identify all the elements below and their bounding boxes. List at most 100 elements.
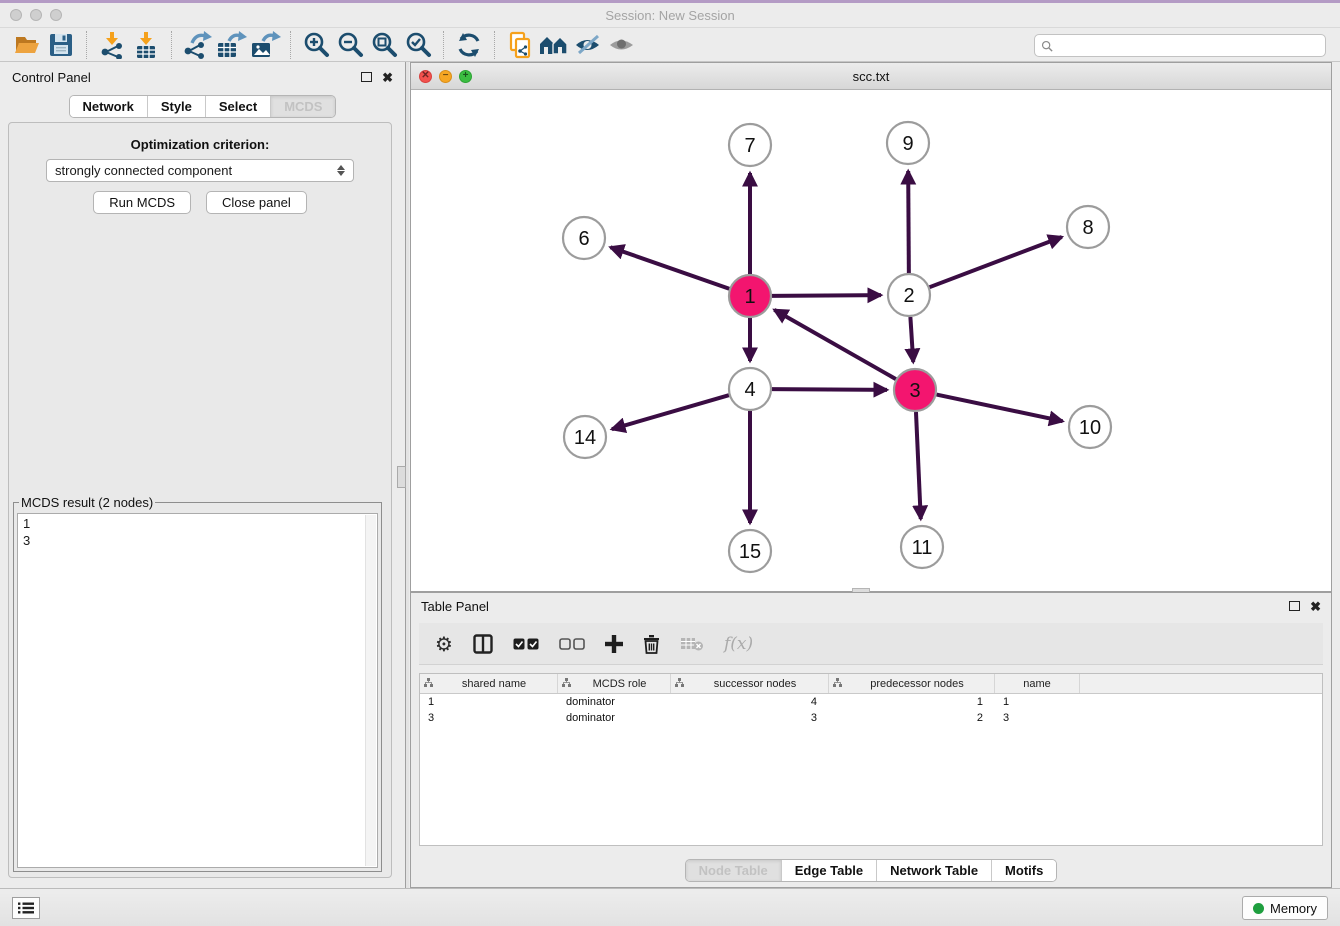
split-view-button[interactable]	[473, 634, 493, 654]
import-table-button[interactable]	[129, 30, 163, 60]
memory-button[interactable]: Memory	[1242, 896, 1328, 920]
table-panel-tabs: Node TableEdge TableNetwork TableMotifs	[685, 859, 1058, 882]
zoom-selected-button[interactable]	[401, 30, 435, 60]
table-cell[interactable]: 3	[995, 712, 1080, 724]
run-mcds-button[interactable]: Run MCDS	[93, 191, 191, 214]
table-panel-header: Table Panel ✖	[411, 593, 1331, 619]
tab-network[interactable]: Network	[70, 96, 148, 117]
column-header-predecessor-nodes[interactable]: predecessor nodes	[829, 674, 995, 693]
search-field[interactable]	[1057, 39, 1325, 53]
float-table-panel-icon[interactable]	[1289, 601, 1300, 611]
graph-node-6[interactable]: 6	[563, 217, 605, 259]
column-header-successor-nodes[interactable]: successor nodes	[671, 674, 829, 693]
vertical-splitter-handle[interactable]	[397, 466, 406, 488]
tab-edge-table[interactable]: Edge Table	[782, 860, 877, 881]
import-network-button[interactable]	[95, 30, 129, 60]
table-cell[interactable]: 2	[829, 712, 995, 724]
export-image-button[interactable]	[248, 30, 282, 60]
network-canvas[interactable]: 7 9 6 8 1 2 4 3 14 10 15 11	[411, 90, 1331, 591]
graph-edge-3-1[interactable]	[774, 310, 896, 379]
refresh-view-button[interactable]	[452, 30, 486, 60]
table-cell[interactable]: dominator	[558, 712, 671, 724]
table-cell[interactable]: 1	[420, 696, 558, 708]
toolbar-separator	[494, 31, 495, 59]
mcds-result-text[interactable]: 1 3	[17, 513, 378, 868]
copy-style-button[interactable]	[503, 30, 537, 60]
graph-edge-1-2[interactable]	[772, 295, 881, 296]
graph-node-10[interactable]: 10	[1069, 406, 1111, 448]
control-panel: Control Panel ✖ NetworkStyleSelectMCDS O…	[0, 62, 405, 888]
zoom-fit-button[interactable]	[367, 30, 401, 60]
graph-node-15[interactable]: 15	[729, 530, 771, 572]
graph-edge-3-11[interactable]	[916, 412, 921, 519]
export-network-icon	[182, 31, 212, 59]
table-cell[interactable]: 4	[671, 696, 829, 708]
toolbar-separator	[290, 31, 291, 59]
table-cell[interactable]: 3	[671, 712, 829, 724]
graph-node-3[interactable]: 3	[894, 369, 936, 411]
column-header-MCDS-role[interactable]: MCDS role	[558, 674, 671, 693]
export-image-icon	[249, 31, 281, 59]
zoom-out-button[interactable]	[333, 30, 367, 60]
hide-selected-button[interactable]	[571, 30, 605, 60]
graph-node-11[interactable]: 11	[901, 526, 943, 568]
graph-edge-1-6[interactable]	[610, 247, 729, 289]
column-header-name[interactable]: name	[995, 674, 1080, 693]
tab-mcds[interactable]: MCDS	[271, 96, 335, 117]
svg-text:9: 9	[902, 133, 913, 155]
close-panel-icon[interactable]: ✖	[382, 71, 393, 84]
graph-edge-3-10[interactable]	[937, 395, 1063, 422]
graph-edge-2-9[interactable]	[908, 171, 909, 273]
zoom-in-icon	[302, 31, 330, 59]
tab-node-table[interactable]: Node Table	[686, 860, 782, 881]
tab-network-table[interactable]: Network Table	[877, 860, 992, 881]
export-network-button[interactable]	[180, 30, 214, 60]
create-column-button[interactable]	[605, 635, 623, 653]
optimization-criterion-select[interactable]: strongly connected component	[46, 159, 354, 182]
close-panel-button[interactable]: Close panel	[206, 191, 307, 214]
table-cell[interactable]: dominator	[558, 696, 671, 708]
import-table-icon	[132, 31, 160, 59]
column-header-shared-name[interactable]: shared name	[420, 674, 558, 693]
task-history-button[interactable]	[12, 897, 40, 919]
table-cell[interactable]: 3	[420, 712, 558, 724]
table-cell[interactable]: 1	[829, 696, 995, 708]
delete-table-button[interactable]	[680, 636, 704, 652]
function-icon: f(x)	[724, 634, 753, 654]
graph-node-14[interactable]: 14	[564, 416, 606, 458]
close-table-panel-icon[interactable]: ✖	[1310, 600, 1321, 613]
tab-select[interactable]: Select	[206, 96, 271, 117]
graph-node-7[interactable]: 7	[729, 124, 771, 166]
graph-node-8[interactable]: 8	[1067, 206, 1109, 248]
tab-style[interactable]: Style	[148, 96, 206, 117]
select-all-button[interactable]	[513, 638, 539, 650]
open-session-button[interactable]	[10, 30, 44, 60]
delete-column-button[interactable]	[643, 634, 660, 654]
graph-edge-4-14[interactable]	[612, 395, 729, 429]
zoom-in-button[interactable]	[299, 30, 333, 60]
graph-edge-2-3[interactable]	[910, 317, 913, 362]
tab-motifs[interactable]: Motifs	[992, 860, 1056, 881]
save-session-button[interactable]	[44, 30, 78, 60]
float-panel-icon[interactable]	[361, 72, 372, 82]
search-input[interactable]	[1034, 34, 1326, 57]
graph-node-9[interactable]: 9	[887, 122, 929, 164]
show-all-button[interactable]	[605, 30, 639, 60]
column-source-icon	[562, 678, 571, 687]
graph-node-2[interactable]: 2	[888, 274, 930, 316]
graph-edge-2-8[interactable]	[930, 237, 1062, 287]
graph-node-1[interactable]: 1	[729, 275, 771, 317]
graph-node-4[interactable]: 4	[729, 368, 771, 410]
export-table-button[interactable]	[214, 30, 248, 60]
export-table-icon	[215, 31, 247, 59]
table-settings-button[interactable]: ⚙	[435, 634, 453, 654]
deselect-all-button[interactable]	[559, 638, 585, 650]
function-builder-button[interactable]: f(x)	[724, 634, 753, 654]
graph-edge-4-3[interactable]	[772, 389, 887, 390]
table-row[interactable]: 3dominator323	[420, 710, 1322, 726]
first-neighbors-button[interactable]	[537, 30, 571, 60]
result-scrollbar[interactable]	[365, 515, 376, 866]
table-cell[interactable]: 1	[995, 696, 1080, 708]
table-row[interactable]: 1dominator411	[420, 694, 1322, 710]
network-window-titlebar[interactable]: ✕ − + scc.txt	[411, 63, 1331, 90]
